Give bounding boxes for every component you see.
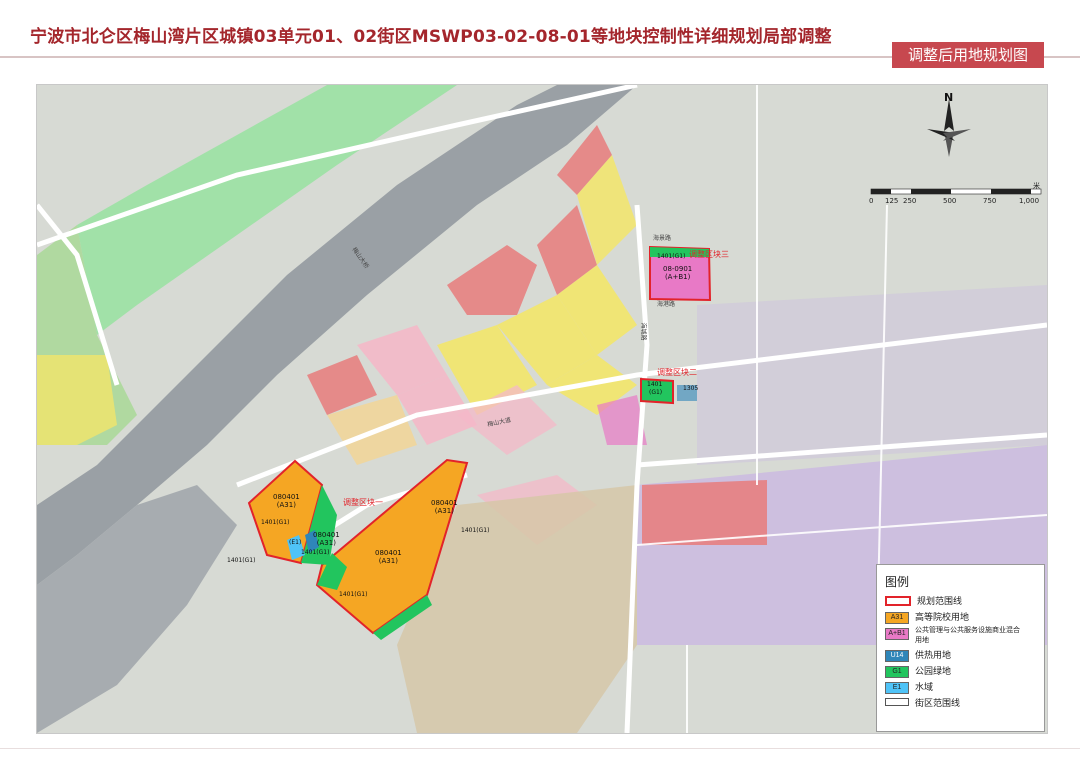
legend-title: 图例 xyxy=(885,575,910,589)
legend-swatch: U14 xyxy=(885,650,909,662)
scale-tick-4: 750 xyxy=(983,197,997,205)
map-legend: 图例 规划范围线 A31 高等院校用地 A+B1 公共管理与公共服务设施商业混合… xyxy=(876,564,1045,732)
legend-label: 公园绿地 xyxy=(915,666,952,676)
legend-label: 供热用地 xyxy=(915,650,952,660)
street-line-swatch xyxy=(885,698,909,706)
legend-swatch: A31 xyxy=(885,612,909,624)
legend-label: 规划范围线 xyxy=(917,596,963,606)
scale-tick-0: 0 xyxy=(869,197,874,205)
road-label: 海城路 xyxy=(639,322,647,341)
small-label: 1401(G1) xyxy=(227,557,256,564)
legend-item-boundary: 规划范围线 xyxy=(885,594,1036,608)
parcel-label[interactable]: 080401 (A31) xyxy=(431,499,458,515)
boundary-line-swatch xyxy=(885,596,911,606)
small-label: 1305 xyxy=(683,385,699,392)
legend-swatch: A+B1 xyxy=(885,628,909,640)
parcel-label[interactable]: 080401 (A31) xyxy=(375,549,402,565)
scale-bar xyxy=(870,188,1042,195)
map-type-tag: 调整后用地规划图 xyxy=(891,42,1044,68)
scale-tick-3: 500 xyxy=(943,197,957,205)
north-label: N xyxy=(944,91,954,104)
small-label: 1401(G1) xyxy=(261,519,290,526)
small-label: 1401(G1) xyxy=(657,253,686,260)
scale-tick-2: 250 xyxy=(903,197,917,205)
adjust-zone-3-label[interactable]: 调整区块三 xyxy=(689,249,729,260)
parcel-label[interactable]: 080401 (A31) xyxy=(313,531,340,547)
parcel-label[interactable]: 08-0901 (A+B1) xyxy=(663,265,692,281)
parcel-label[interactable]: 080401 (A31) xyxy=(273,493,300,509)
scale-unit: 米 xyxy=(1033,182,1040,190)
small-label: 1401(G1) xyxy=(339,591,368,598)
legend-label: 高等院校用地 xyxy=(915,612,970,622)
small-label: (G1) xyxy=(649,389,663,396)
legend-item-a31: A31 高等院校用地 xyxy=(885,610,1036,624)
legend-item-e1: E1 水域 xyxy=(885,680,1036,694)
small-label: 1401(G1) xyxy=(301,549,330,556)
road-label: 海港路 xyxy=(657,301,676,308)
legend-item-ab1: A+B1 公共管理与公共服务设施商业混合用地 xyxy=(885,626,1036,646)
bottom-divider xyxy=(0,748,1080,749)
legend-item-street: 街区范围线 xyxy=(885,696,1036,710)
scale-tick-5: 1,000 xyxy=(1019,197,1040,205)
legend-label: 公共管理与公共服务设施商业混合用地 xyxy=(915,627,1020,644)
road-label: 海景路 xyxy=(653,235,672,242)
legend-label: 街区范围线 xyxy=(915,698,961,708)
adjust-zone-1-label[interactable]: 调整区块一 xyxy=(343,497,383,508)
legend-swatch: G1 xyxy=(885,666,909,678)
block-red-east xyxy=(642,480,767,545)
scale-tick-1: 125 xyxy=(885,197,899,205)
page-title: 宁波市北仑区梅山湾片区城镇03单元01、02街区MSWP03-02-08-01等… xyxy=(30,27,832,47)
legend-item-g1: G1 公园绿地 xyxy=(885,664,1036,678)
legend-swatch: E1 xyxy=(885,682,909,694)
adjust-zone-2-label[interactable]: 调整区块二 xyxy=(657,367,697,378)
small-label: 1401 xyxy=(647,381,663,388)
small-label: 1401(G1) xyxy=(461,527,490,534)
legend-item-u14: U14 供热用地 xyxy=(885,648,1036,662)
small-label: (E1) xyxy=(289,539,302,546)
legend-label: 水域 xyxy=(915,682,934,692)
